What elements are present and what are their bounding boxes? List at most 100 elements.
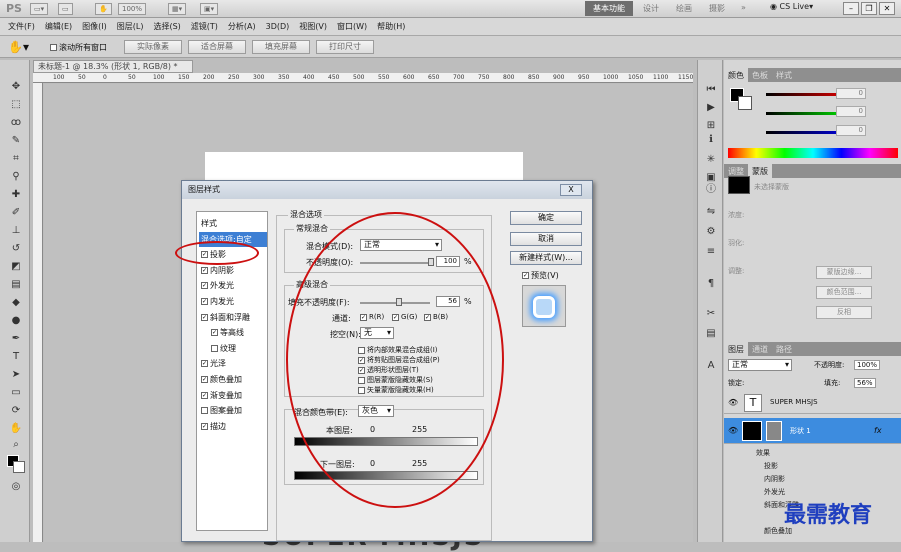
mask-edge-button[interactable]: 蒙版边缘... xyxy=(816,266,872,279)
dialog-close-button[interactable]: X xyxy=(560,184,582,196)
stamp-tool-icon[interactable]: ⊥ xyxy=(9,224,23,238)
hand-icon[interactable]: ✋ xyxy=(95,3,112,15)
fill-opacity-input[interactable]: 56 xyxy=(436,296,460,307)
tools-panel-icon[interactable]: ✂ xyxy=(704,308,718,322)
style-list-item[interactable]: 图案叠加 xyxy=(199,403,267,418)
path-select-icon[interactable]: ➤ xyxy=(9,368,23,382)
style-list-item[interactable]: ✓ 颜色叠加 xyxy=(199,372,267,387)
checkbox-box[interactable] xyxy=(211,344,218,352)
advanced-option-checkbox[interactable]: 将内部效果混合成组(I) xyxy=(358,345,438,355)
crop-tool-icon[interactable]: ⌗ xyxy=(9,152,23,166)
actual-pixels-button[interactable]: 实际像素 xyxy=(124,40,182,54)
style-list-item[interactable]: ✓ 内阴影 xyxy=(199,263,267,278)
3d-rotate-icon[interactable]: ⟳ xyxy=(9,404,23,418)
checkbox-box[interactable]: ✓ xyxy=(201,266,208,274)
opacity-input[interactable]: 100 xyxy=(436,256,460,267)
advanced-option-checkbox[interactable]: ✓ 透明形状图层(T) xyxy=(358,365,419,375)
effect-drop-shadow[interactable]: 投影 xyxy=(764,461,778,471)
invert-button[interactable]: 反相 xyxy=(816,306,872,319)
checkbox-box[interactable]: ✓ xyxy=(201,360,208,368)
layer-row[interactable]: 👁 T SUPER MHSJS xyxy=(724,392,901,414)
green-value[interactable]: 0 xyxy=(836,106,866,117)
style-list-item[interactable]: ✓ 内发光 xyxy=(199,294,267,309)
advanced-option-checkbox[interactable]: 矢量蒙版隐藏效果(H) xyxy=(358,385,434,395)
tab-masks[interactable]: 蒙版 xyxy=(748,164,772,178)
tab-swatches[interactable]: 色板 xyxy=(748,68,772,82)
checkbox-box[interactable]: ✓ xyxy=(201,251,208,259)
ok-button[interactable]: 确定 xyxy=(510,211,582,225)
tab-layers[interactable]: 图层 xyxy=(724,342,748,356)
checkbox-box[interactable]: ✓ xyxy=(201,298,208,305)
notes-panel-icon[interactable]: ¶ xyxy=(704,278,718,292)
hand-icon[interactable]: ✋ xyxy=(9,422,23,436)
style-list-item[interactable]: ✓ 描边 xyxy=(199,419,267,434)
new-style-button[interactable]: 新建样式(W)... xyxy=(510,251,582,265)
tab-paths[interactable]: 路径 xyxy=(772,342,796,356)
workspace-essentials[interactable]: 基本功能 xyxy=(585,1,633,16)
zoom-level[interactable]: 100% xyxy=(118,3,147,15)
layer-blend-mode[interactable]: 正常 xyxy=(728,359,792,371)
style-list-item[interactable]: 混合选项:自定 xyxy=(199,231,267,247)
blend-if-select[interactable]: 灰色 xyxy=(358,405,394,417)
tab-color[interactable]: 颜色 xyxy=(724,68,748,82)
eye-icon[interactable]: 👁 xyxy=(728,426,738,435)
gradient-tool-icon[interactable]: ▤ xyxy=(9,278,23,292)
opacity-thumb[interactable] xyxy=(428,258,434,266)
color-spectrum[interactable] xyxy=(728,148,898,158)
style-list-item[interactable]: ✓ 光泽 xyxy=(199,356,267,371)
workspace-photography[interactable]: 摄影 xyxy=(709,3,725,14)
color-bg-swatch[interactable] xyxy=(738,96,752,110)
fill-opacity-track[interactable] xyxy=(360,302,430,304)
pen-tool-icon[interactable]: ✒ xyxy=(9,332,23,346)
effect-outer-glow[interactable]: 外发光 xyxy=(764,487,785,497)
quick-select-tool-icon[interactable]: ✎ xyxy=(9,134,23,148)
workspace-design[interactable]: 设计 xyxy=(643,3,659,14)
menu-file[interactable]: 文件(F) xyxy=(8,21,35,32)
marquee-tool-icon[interactable]: ⬚ xyxy=(9,98,23,112)
underlying-gradient[interactable] xyxy=(294,471,478,480)
hand-tool-icon[interactable]: ✋▾ xyxy=(8,40,29,54)
eyedropper-tool-icon[interactable]: ⚲ xyxy=(9,170,23,184)
history-brush-icon[interactable]: ↺ xyxy=(9,242,23,256)
preview-checkbox[interactable]: ✓ 预览(V) xyxy=(522,270,559,281)
minibridge-icon[interactable]: ▭ xyxy=(58,3,73,15)
opacity-value[interactable]: 100% xyxy=(854,360,881,370)
menu-view[interactable]: 视图(V) xyxy=(299,21,327,32)
blur-tool-icon[interactable]: ◆ xyxy=(9,296,23,310)
arrange-docs-icon[interactable]: ▦▾ xyxy=(168,3,187,15)
character-panel-icon[interactable]: ⚙ xyxy=(704,226,718,240)
menu-help[interactable]: 帮助(H) xyxy=(377,21,405,32)
fill-screen-button[interactable]: 填充屏幕 xyxy=(252,40,310,54)
knockout-select[interactable]: 无 xyxy=(360,327,394,339)
blend-mode-select[interactable]: 正常 xyxy=(360,239,442,251)
menu-3d[interactable]: 3D(D) xyxy=(266,22,290,31)
document-tab[interactable]: 未标题-1 @ 18.3% (形状 1, RGB/8) * xyxy=(33,60,193,73)
opacity-track[interactable] xyxy=(360,262,430,264)
menu-layer[interactable]: 图层(L) xyxy=(117,21,144,32)
minimize-icon[interactable]: – xyxy=(843,2,859,15)
tool-presets-icon[interactable]: ⇋ xyxy=(704,206,718,220)
layer-row-selected[interactable]: 👁 形状 1 fx xyxy=(724,418,901,444)
navigator-panel-icon[interactable]: ⊞ xyxy=(704,120,718,134)
menu-filter[interactable]: 滤镜(T) xyxy=(191,21,218,32)
healing-tool-icon[interactable]: ✚ xyxy=(9,188,23,202)
channel-r-checkbox[interactable]: ✓ R(R) xyxy=(360,313,384,321)
close-icon[interactable]: ✕ xyxy=(879,2,895,15)
zoom-tool-icon[interactable]: ⌕ xyxy=(9,438,23,452)
style-list-item[interactable]: ✓ 投影 xyxy=(199,247,267,262)
dialog-title-bar[interactable]: 图层样式 xyxy=(182,181,592,199)
info-panel-icon[interactable]: ℹ xyxy=(704,134,718,148)
lasso-tool-icon[interactable]: ꝏ xyxy=(9,116,23,130)
history-panel-icon[interactable]: ⏮ xyxy=(704,84,718,98)
eye-icon[interactable]: 👁 xyxy=(728,398,738,407)
style-list-item[interactable]: ✓ 渐变叠加 xyxy=(199,388,267,403)
effect-inner-shadow[interactable]: 内阴影 xyxy=(764,474,785,484)
red-value[interactable]: 0 xyxy=(836,88,866,99)
style-list-item[interactable]: 纹理 xyxy=(209,341,267,356)
move-tool-icon[interactable]: ✥ xyxy=(9,80,23,94)
paragraph-panel-icon[interactable]: ≡ xyxy=(704,246,718,260)
bridge-icon[interactable]: ▭▾ xyxy=(30,3,49,15)
type-tool-icon[interactable]: T xyxy=(9,350,23,364)
advanced-option-checkbox[interactable]: 图层蒙版隐藏效果(S) xyxy=(358,375,433,385)
menu-edit[interactable]: 编辑(E) xyxy=(45,21,72,32)
